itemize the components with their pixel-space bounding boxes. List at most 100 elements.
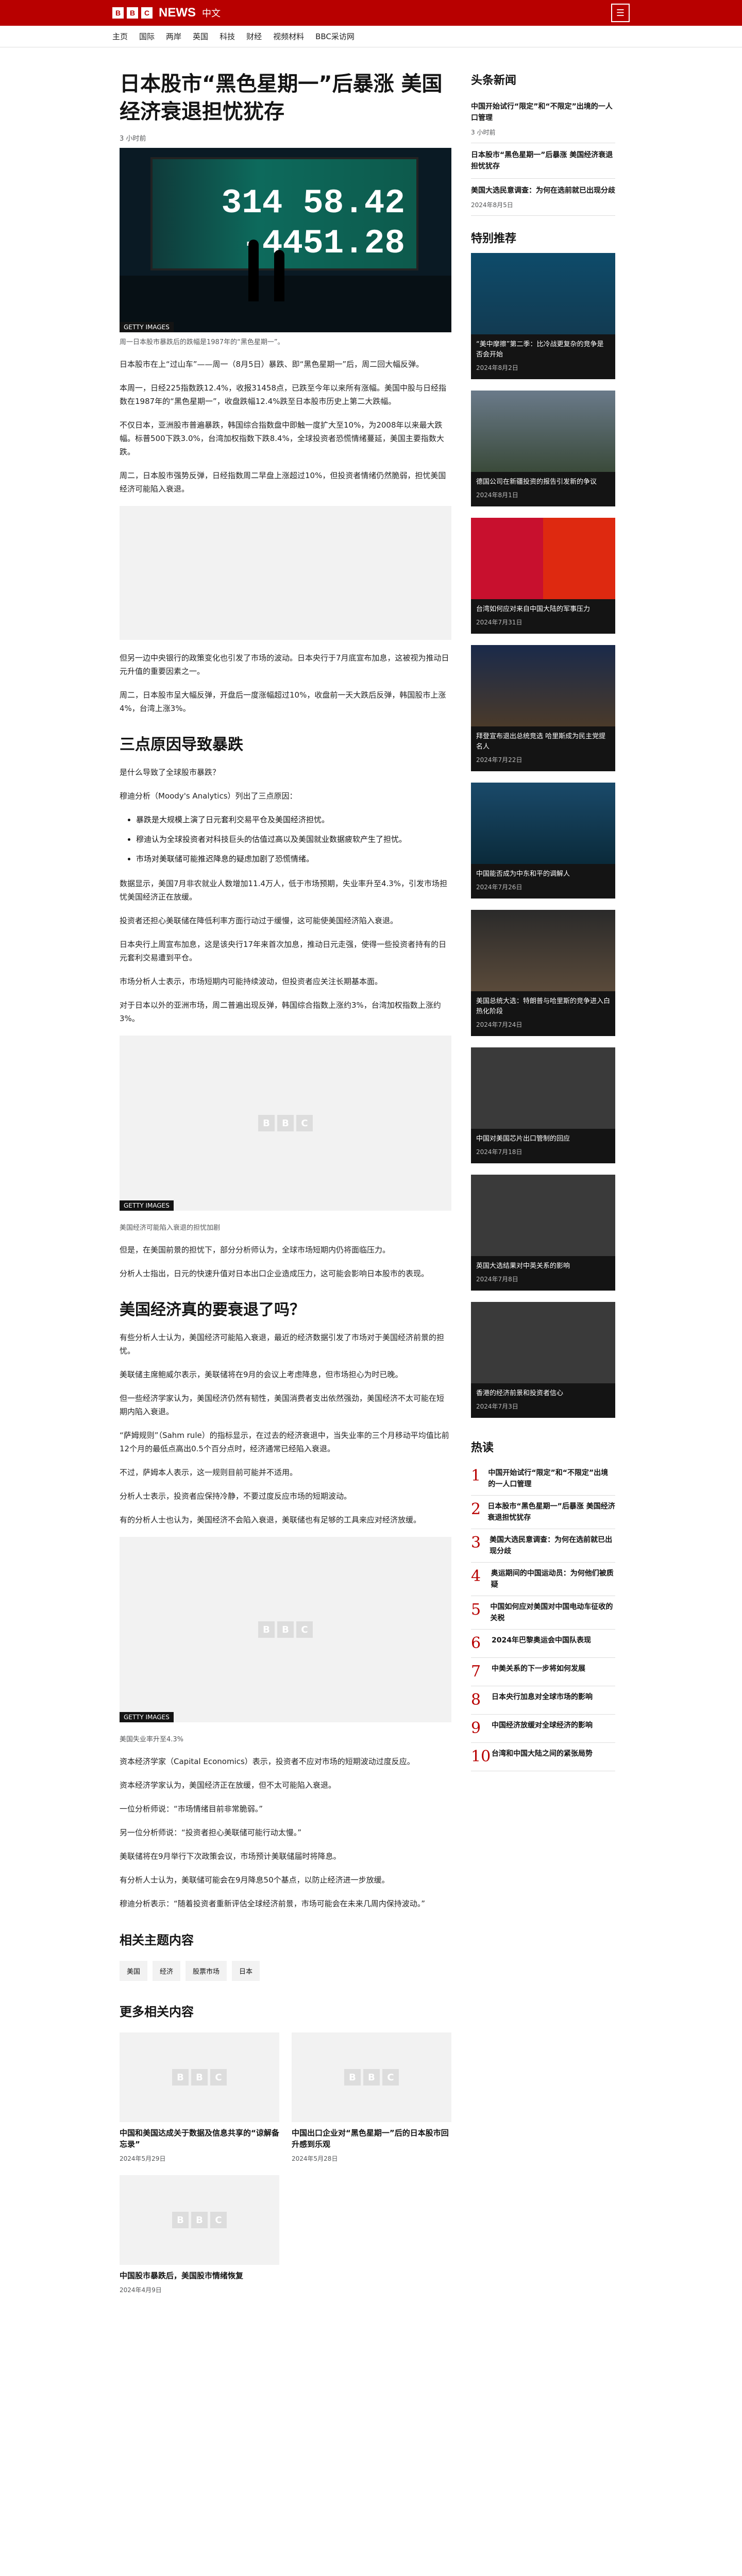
popular-title: 中国开始试行“限定”和“不限定”出境的一人口管理 [488,1469,609,1488]
paragraph: 但是，在美国前景的担忧下，部分分析师认为，全球市场短期内仍将面临压力。 [120,1245,391,1255]
feature-image [471,518,615,599]
more-heading: 更多相关内容 [120,2005,194,2019]
sidebar: 头条新闻 中国开始试行“限定”和“不限定”出境的一人口管理 3 小时前 日本股市“… [471,71,615,2449]
headline-item[interactable]: 美国大选民意调查：为何在选前就已出现分歧 2024年8月5日 [471,179,615,216]
popular-item[interactable]: 2 日本股市“黑色星期一”后暴涨 美国经济衰退担忧犹存 [471,1496,615,1529]
more-card[interactable]: BBC 中国和美国达成关于数据及信息共享的“谅解备忘录” 2024年5月29日 [120,2032,279,2163]
feature-image [471,391,615,472]
headline-title: 美国大选民意调查：为何在选前就已出现分歧 [471,187,615,195]
more-card[interactable]: BBC 中国股市暴跌后，美国股市情绪恢复 2024年4月9日 [120,2175,279,2294]
feature-card[interactable]: 美国总统大选：特朗普与哈里斯的竞争进入白热化阶段 2024年7月24日 [471,910,615,1036]
bbc-placeholder-b: B [172,2212,189,2228]
list-item: 穆迪认为全球投资者对科技巨头的估值过高以及美国就业数据疲软产生了担忧。 [136,833,451,846]
bbc-placeholder-logo: BBC [344,2069,399,2086]
bbc-placeholder-c: C [210,2212,227,2228]
brand-logo[interactable]: B B C NEWS 中文 [112,6,221,20]
paragraph: 穆迪分析（Moody's Analytics）列出了三点原因： [120,791,297,801]
headline-date: 2024年8月5日 [471,201,513,209]
paragraph: 但另一边中央银行的政策变化也引发了市场的波动。日本央行于7月底宣布加息，这被视为… [120,653,449,676]
more-grid: BBC 中国和美国达成关于数据及信息共享的“谅解备忘录” 2024年5月29日 … [120,2032,451,2294]
bbc-placeholder-c: C [296,1621,313,1638]
paragraph: 市场分析人士表示，市场短期内可能持续波动，但投资者应关注长期基本面。 [120,977,383,986]
feature-card[interactable]: 台湾如何应对来自中国大陆的军事压力 2024年7月31日 [471,518,615,634]
paragraph: 不仅日本，亚洲股市普遍暴跌，韩国综合指数盘中即触一度扩大至10%，为2008年以… [120,420,444,456]
paragraph: 对于日本以外的亚洲市场，周二普遍出现反弹，韩国综合指数上涨约3%，台湾加权指数上… [120,1001,441,1023]
topic-tag[interactable]: 美国 [120,1961,148,1981]
popular-item[interactable]: 8 日本央行加息对全球市场的影响 [471,1686,615,1715]
popular-item[interactable]: 6 2024年巴黎奥运会中国队表现 [471,1630,615,1658]
nav-item-bbc[interactable]: BBC采访网 [315,31,355,42]
feature-card[interactable]: 香港的经济前景和投资者信心 2024年7月3日 [471,1302,615,1418]
brand-sub: 中文 [202,8,221,19]
bbc-placeholder-b2: B [277,1115,294,1131]
topic-tag[interactable]: 日本 [232,1961,260,1981]
popular-item[interactable]: 10 台湾和中国大陆之间的紧张局势 [471,1743,615,1771]
paragraph: 资本经济学家（Capital Economics）表示，投资者不应对市场的短期波… [120,1757,415,1766]
feature-date: 2024年7月18日 [476,1148,522,1156]
nav-item-world[interactable]: 国际 [139,31,155,42]
popular-item[interactable]: 5 中国如何应对美国对中国电动车征收的关税 [471,1596,615,1630]
bbc-placeholder-logo: BBC [258,1115,313,1131]
feature-card[interactable]: 英国大选结果对中英关系的影响 2024年7月8日 [471,1175,615,1291]
bbc-placeholder-logo: BBC [172,2069,227,2086]
feature-card[interactable]: 中国对美国芯片出口管制的回应 2024年7月18日 [471,1047,615,1163]
nav-item-china[interactable]: 两岸 [166,31,181,42]
feature-card[interactable]: 拜登宣布退出总统竞选 哈里斯成为民主党提名人 2024年7月22日 [471,645,615,771]
paragraph: 不过，萨姆本人表示，这一规则目前可能并不适用。 [120,1468,298,1477]
headline-item[interactable]: 日本股市“黑色星期一”后暴涨 美国经济衰退担忧犹存 [471,143,615,179]
bbc-placeholder-b2: B [191,2212,208,2228]
paragraph: 有分析人士认为，美联储可能会在9月降息50个基点，以防止经济进一步放缓。 [120,1875,390,1885]
popular-item[interactable]: 7 中美关系的下一步将如何发展 [471,1658,615,1686]
paragraph: 周二，日本股市呈大幅反弹，开盘后一度涨幅超过10%，收盘前一天大跌后反弹，韩国股… [120,690,446,713]
bbc-placeholder-b2: B [191,2069,208,2086]
feature-date: 2024年7月24日 [476,1021,522,1028]
paragraph: 日本央行上周宣布加息，这是该央行17年来首次加息，推动日元走强，使得一些投资者持… [120,940,447,962]
topics-heading: 相关主题内容 [120,1933,194,1947]
more-card[interactable]: BBC 中国出口企业对“黑色星期一”后的日本股市回升感到乐观 2024年5月28… [292,2032,451,2163]
popular-rank: 1 [471,1467,481,1485]
nav-item-home[interactable]: 主页 [112,31,128,42]
popular-item[interactable]: 9 中国经济放缓对全球经济的影响 [471,1715,615,1743]
popular-rank: 2 [471,1500,481,1518]
topics-list: 美国 经济 股票市场 日本 [120,1961,451,1981]
feature-date: 2024年7月22日 [476,756,522,764]
stock-index-change: -4451.28 [242,224,405,263]
paragraph: 资本经济学家认为，美国经济正在放缓，但不太可能陷入衰退。 [120,1781,336,1790]
nav-item-uk[interactable]: 英国 [193,31,208,42]
card-date: 2024年4月9日 [120,2286,162,2294]
popular-heading: 热读 [471,1442,494,1454]
feature-card[interactable]: 中国能否成为中东和平的调解人 2024年7月26日 [471,783,615,899]
nav-item-tech[interactable]: 科技 [220,31,235,42]
popular-rank: 10 [471,1748,491,1766]
bbc-placeholder-b: B [344,2069,361,2086]
headline-item[interactable]: 中国开始试行“限定”和“不限定”出境的一人口管理 3 小时前 [471,95,615,143]
nav-item-video[interactable]: 视频材料 [273,31,304,42]
bbc-placeholder-logo: BBC [258,1621,313,1638]
main-nav: 主页 国际 两岸 英国 科技 财经 视频材料 BBC采访网 [0,26,742,47]
feature-card[interactable]: “美中摩擦”第二季：比冷战更复杂的竞争是否会开始 2024年8月2日 [471,253,615,379]
popular-item[interactable]: 3 美国大选民意调查：为何在选前就已出现分歧 [471,1529,615,1563]
topic-tag[interactable]: 股票市场 [185,1961,227,1981]
nav-item-business[interactable]: 财经 [246,31,262,42]
popular-rank: 4 [471,1567,481,1585]
popular-title: 中国经济放缓对全球经济的影响 [492,1721,593,1730]
byline: 3 小时前 [120,135,146,143]
feature-card[interactable]: 德国公司在新疆投资的报告引发新的争议 2024年8月1日 [471,391,615,506]
popular-title: 日本股市“黑色星期一”后暴涨 美国经济衰退担忧犹存 [487,1502,615,1522]
list-item: 暴跌是大规模上演了日元套利交易平仓及美国经济担忧。 [136,813,451,826]
top-bar: B B C NEWS 中文 ☰ [0,0,742,26]
menu-icon[interactable]: ☰ [611,4,630,22]
card-title: 中国出口企业对“黑色星期一”后的日本股市回升感到乐观 [292,2128,449,2149]
feature-title: 美国总统大选：特朗普与哈里斯的竞争进入白热化阶段 [476,997,611,1015]
popular-item[interactable]: 4 奥运期间的中国运动员：为何他们被质疑 [471,1563,615,1596]
paragraph: 本周一，日经225指数跌12.4%，收报31458点，已跌至今年以来所有涨幅。美… [120,383,447,406]
bbc-placeholder-c: C [296,1115,313,1131]
person-silhouette [274,250,284,301]
card-title: 中国股市暴跌后，美国股市情绪恢复 [120,2271,244,2280]
topic-tag[interactable]: 经济 [153,1961,181,1981]
paragraph: 有的分析人士也认为，美国经济不会陷入衰退，美联储也有足够的工具来应对经济放缓。 [120,1515,421,1524]
headline-title: 日本股市“黑色星期一”后暴涨 美国经济衰退担忧犹存 [471,151,613,171]
paragraph: 有些分析人士认为，美国经济可能陷入衰退，最近的经济数据引发了市场对于美国经济前景… [120,1333,445,1355]
popular-item[interactable]: 1 中国开始试行“限定”和“不限定”出境的一人口管理 [471,1462,615,1496]
feature-image [471,645,615,726]
